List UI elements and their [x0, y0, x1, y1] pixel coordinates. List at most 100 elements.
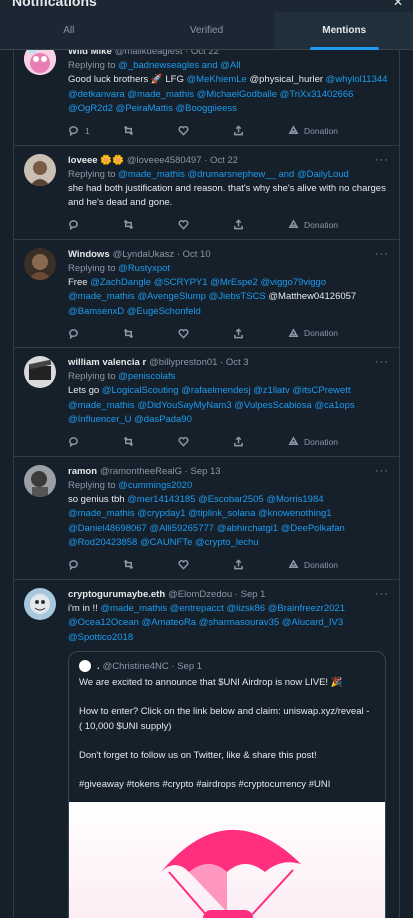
mention-link[interactable]: @TriXx31402666 — [280, 89, 354, 100]
user-name[interactable]: Windows — [68, 248, 110, 262]
share-button[interactable] — [233, 327, 288, 339]
avatar[interactable] — [24, 50, 56, 75]
share-button[interactable] — [233, 219, 288, 230]
like-button[interactable] — [178, 436, 233, 447]
donation-button[interactable]: Donation — [288, 327, 338, 339]
retweet-button[interactable] — [123, 436, 178, 447]
mention-link[interactable]: @made_mathis — [68, 508, 135, 519]
tweet-item[interactable]: cryptogurumaybe.eth @ElomDzedou · Sep 1 … — [14, 580, 399, 918]
mention-link[interactable]: @Rod20423858 — [68, 537, 137, 548]
user-name[interactable]: ramon — [68, 465, 97, 479]
retweet-button[interactable] — [123, 328, 178, 339]
donation-button[interactable]: Donation — [288, 559, 338, 570]
mention-link[interactable]: @MichaelGodballe — [197, 89, 277, 100]
mention-link[interactable]: @dasPada90 — [134, 414, 192, 425]
like-button[interactable] — [178, 328, 233, 339]
mention-link[interactable]: @Spottico2018 — [68, 632, 133, 643]
mention-link[interactable]: @AvengeSlump — [137, 291, 206, 302]
mention-link[interactable]: @CAUNFTe — [140, 537, 192, 548]
user-name[interactable]: loveee 🌼🌼 — [68, 154, 124, 168]
share-button[interactable] — [233, 125, 288, 136]
mention-link[interactable]: @knowenothing1 — [258, 508, 332, 519]
mention-link[interactable]: @made_mathis — [127, 89, 194, 100]
retweet-button[interactable] — [123, 125, 178, 136]
mention-link[interactable]: @PeiraMattis — [116, 103, 173, 114]
avatar[interactable] — [24, 356, 56, 388]
mention-link[interactable]: @crypto_lechu — [195, 537, 259, 548]
reply-button[interactable] — [68, 559, 123, 570]
tab-mentions[interactable]: Mentions — [275, 12, 413, 50]
user-name[interactable]: Wild Mike — [68, 50, 112, 59]
avatar[interactable] — [24, 247, 56, 280]
more-options-icon[interactable]: ··· — [375, 588, 389, 600]
donation-button[interactable]: Donation — [288, 436, 338, 447]
like-button[interactable] — [178, 125, 233, 136]
reply-button[interactable] — [68, 219, 123, 230]
tab-verified[interactable]: Verified — [138, 12, 276, 49]
avatar[interactable] — [24, 464, 56, 497]
mention-link[interactable]: @z1llatv — [253, 385, 290, 396]
mention-link[interactable]: @Daniel48698067 — [68, 523, 147, 534]
mention-link[interactable]: @MrEspe2 — [210, 277, 258, 288]
mention-link[interactable]: @Alucard_IV3 — [282, 617, 343, 628]
mention-link[interactable]: @abhirchatgi1 — [217, 523, 278, 534]
mention-link[interactable]: @DidYouSayMyNam3 — [137, 400, 231, 411]
like-button[interactable] — [178, 559, 233, 570]
mention-link[interactable]: @Ocea12Ocean — [68, 617, 139, 628]
more-options-icon[interactable]: ··· — [375, 356, 389, 368]
like-button[interactable] — [178, 219, 233, 230]
mention-link[interactable]: @mer14143185 — [127, 494, 195, 505]
tab-all[interactable]: All — [0, 12, 138, 49]
mention-link[interactable]: @SCRYPY1 — [154, 277, 208, 288]
avatar[interactable] — [24, 587, 56, 620]
replying-to-link[interactable]: @cummings2020 — [118, 480, 192, 491]
mention-link[interactable]: @MeKhiemLe — [187, 74, 247, 85]
mention-link[interactable]: @made_mathis — [100, 603, 167, 614]
user-name[interactable]: william valencia r — [68, 356, 146, 370]
reply-button[interactable] — [68, 328, 123, 339]
share-button[interactable] — [233, 559, 288, 570]
more-options-icon[interactable]: ··· — [375, 465, 389, 477]
tweet-item[interactable]: Windows @LyndaUkasz · Oct 10 ··· Replyin… — [14, 240, 399, 348]
mention-link[interactable]: @Booggiieess — [175, 103, 236, 114]
reply-button[interactable]: 1 — [68, 125, 123, 136]
retweet-button[interactable] — [123, 219, 178, 230]
mention-link[interactable]: @VulpesScabiosa — [234, 400, 311, 411]
mention-link[interactable]: @ZachDangle — [90, 277, 151, 288]
share-button[interactable] — [233, 436, 288, 447]
mention-link[interactable]: @made_mathis — [68, 291, 135, 302]
donation-button[interactable]: Donation — [288, 219, 338, 230]
replying-to-link[interactable]: @_badnewseagles and @All — [118, 60, 240, 71]
quoted-tweet[interactable]: . @Christine4NC · Sep 1 We are excited t… — [68, 651, 386, 918]
mention-link[interactable]: @BamsenxD — [68, 306, 124, 317]
mention-link[interactable]: @JiebsTSCS — [209, 291, 266, 302]
mention-link[interactable]: @Influencer_U — [68, 414, 132, 425]
more-options-icon[interactable]: ··· — [375, 50, 389, 55]
mention-link[interactable]: @ca1ops — [314, 400, 354, 411]
mention-link[interactable]: @made_mathis — [68, 400, 135, 411]
mention-link[interactable]: @detkanvara — [68, 89, 125, 100]
replying-to-link[interactable]: @peniscolafs — [118, 371, 175, 382]
mention-link[interactable]: @Brainfreezr2021 — [268, 603, 345, 614]
mention-link[interactable]: @Alli59265777 — [149, 523, 214, 534]
mention-link[interactable]: @lizsk86 — [226, 603, 265, 614]
tweet-item[interactable]: ramon @ramontheeRealG · Sep 13 ··· Reply… — [14, 457, 399, 580]
avatar[interactable] — [24, 153, 56, 186]
mention-link[interactable]: @sharmasourav35 — [199, 617, 279, 628]
close-icon[interactable]: ✕ — [393, 0, 403, 9]
donation-button[interactable]: Donation — [288, 125, 338, 136]
mention-link[interactable]: @crypday1 — [137, 508, 185, 519]
mention-link[interactable]: @EugeSchonfeld — [127, 306, 201, 317]
tweet-item[interactable]: william valencia r @billypreston01 · Oct… — [14, 348, 399, 457]
mention-link[interactable]: @LogicalScouting — [102, 385, 179, 396]
mention-link[interactable]: @Escobar2505 — [198, 494, 264, 505]
more-options-icon[interactable]: ··· — [375, 248, 389, 260]
mention-link[interactable]: @OgR2d2 — [68, 103, 113, 114]
retweet-button[interactable] — [123, 559, 178, 570]
more-options-icon[interactable]: ··· — [375, 154, 389, 166]
tweet-item[interactable]: loveee 🌼🌼 @loveee4580497 · Oct 22 ··· Re… — [14, 146, 399, 240]
mention-link[interactable]: @tiplink_solana — [188, 508, 255, 519]
mention-link[interactable]: @AmateoRa — [142, 617, 197, 628]
mention-link[interactable]: @rafaelmendesj — [181, 385, 250, 396]
mention-link[interactable]: @whylol11344 — [326, 74, 388, 85]
